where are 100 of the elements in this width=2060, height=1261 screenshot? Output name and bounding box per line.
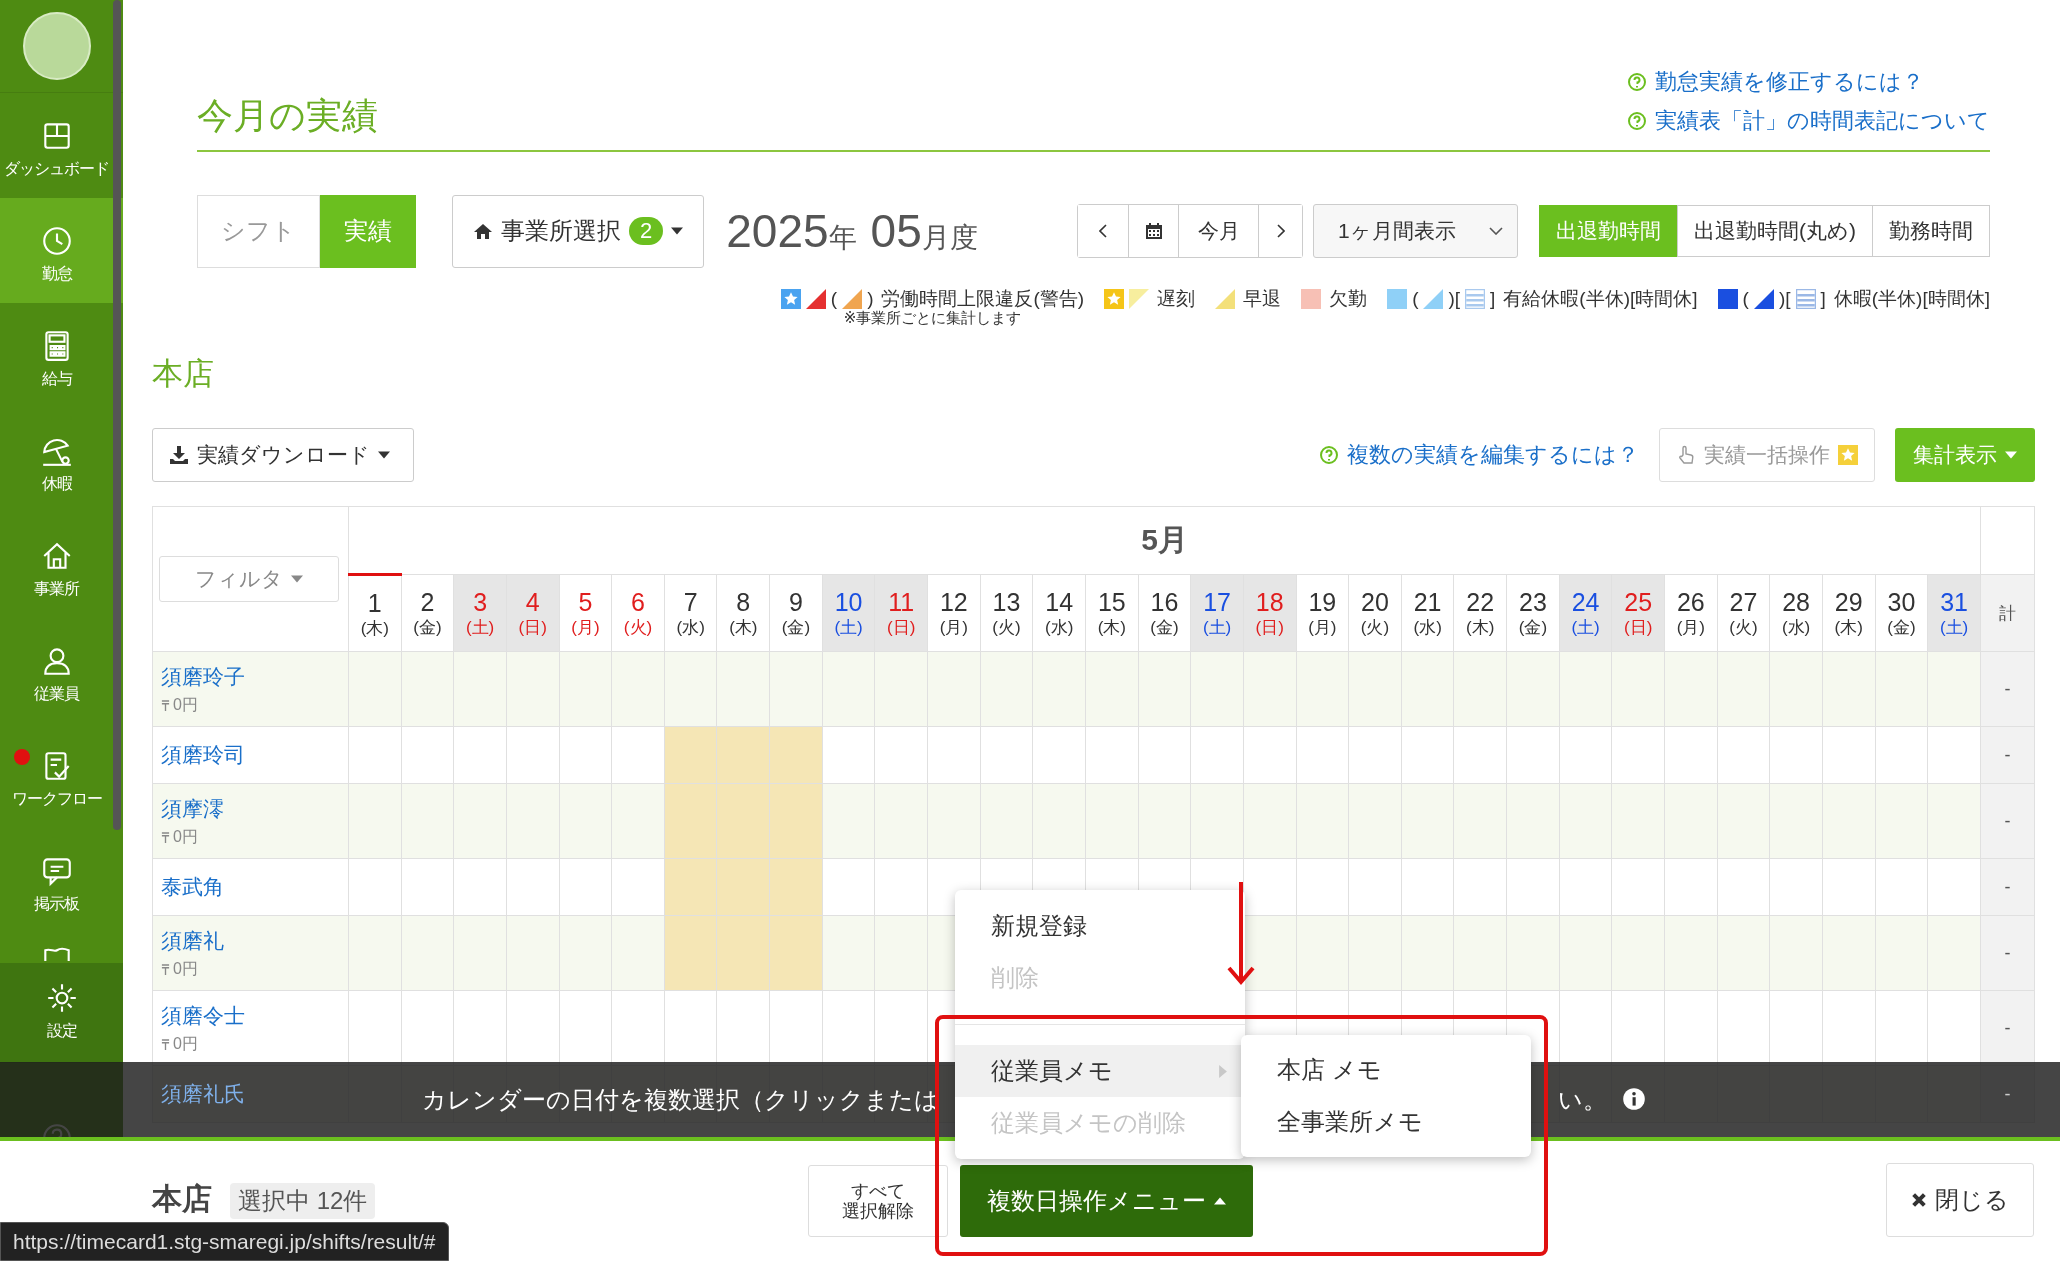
day-cell[interactable] [664,783,717,859]
day-header[interactable]: 6 (火) [611,574,665,652]
day-cell[interactable] [1348,726,1402,784]
day-cell[interactable] [717,858,770,916]
scrollbar[interactable] [113,0,121,830]
day-cell[interactable] [1611,726,1665,784]
day-header[interactable]: 17 (土) [1190,574,1244,652]
day-header[interactable]: 12 (月) [927,574,981,652]
day-cell[interactable] [401,726,454,784]
day-cell[interactable] [1032,726,1086,784]
multi-day-menu-button[interactable]: 複数日操作メニュー [960,1165,1253,1237]
help-link[interactable]: 実績表「計」の時間表記について [1655,105,1990,136]
sidebar-item[interactable]: 給与 [0,303,123,408]
day-header[interactable]: 11 (日) [874,574,928,652]
time-mode-tab[interactable]: 出退勤時間(丸め) [1677,205,1873,257]
day-cell[interactable] [664,915,717,991]
sidebar-item[interactable]: ダッシュボード [0,93,123,198]
day-cell[interactable] [1769,726,1823,784]
sidebar-item[interactable]: ワークフロー [0,723,123,828]
day-cell[interactable] [822,726,875,784]
day-cell[interactable] [1296,726,1349,784]
day-header[interactable]: 26 (月) [1664,574,1718,652]
day-header[interactable]: 30 (金) [1875,574,1928,652]
day-cell[interactable] [717,783,770,859]
day-cell[interactable] [1664,726,1718,784]
day-cell[interactable] [1085,726,1139,784]
day-header[interactable]: 20 (火) [1348,574,1402,652]
day-header[interactable]: 18 (日) [1243,574,1297,652]
clear-selection-button[interactable]: すべて 選択解除 [808,1165,948,1237]
day-cell[interactable] [453,726,507,784]
sidebar-item[interactable]: 勤怠 [0,198,123,303]
day-cell[interactable] [1559,726,1612,784]
day-cell[interactable] [664,651,717,727]
day-header[interactable]: 7 (水) [664,574,717,652]
day-cell[interactable] [1506,726,1560,784]
view-tab[interactable]: シフト [197,194,320,268]
day-header[interactable]: 23 (金) [1506,574,1560,652]
day-header[interactable]: 8 (木) [717,574,770,652]
employee-name[interactable]: 須摩澪 [161,794,224,823]
settings-item[interactable]: 設定 [0,963,123,1063]
day-header[interactable]: 31 (土) [1927,574,1981,652]
day-cell[interactable] [769,651,823,727]
day-cell[interactable] [1190,726,1244,784]
day-header[interactable]: 2 (金) [401,574,454,652]
day-cell[interactable] [1822,726,1876,784]
sidebar-item[interactable]: 従業員 [0,618,123,723]
next-button[interactable] [1258,205,1302,257]
day-header[interactable]: 5 (月) [559,574,612,652]
employee-name[interactable]: 須磨令士 [161,1001,245,1030]
day-cell[interactable] [664,858,717,916]
range-select[interactable]: 1ヶ月間表示 [1313,204,1518,258]
menu-item[interactable]: 新規登録 [955,900,1245,952]
day-header[interactable]: 25 (日) [1611,574,1665,652]
day-header[interactable]: 1 (木) [348,574,402,652]
day-cell[interactable] [927,726,981,784]
day-header[interactable]: 14 (水) [1032,574,1086,652]
day-cell[interactable] [611,726,665,784]
day-header[interactable]: 28 (水) [1769,574,1823,652]
day-cell[interactable] [874,726,928,784]
day-cell[interactable] [769,858,823,916]
day-cell[interactable] [1453,726,1507,784]
help-link[interactable]: 複数の実績を編集するには？ [1347,440,1639,470]
day-cell[interactable] [980,726,1033,784]
download-button[interactable]: 実績ダウンロード [152,428,414,482]
employee-name[interactable]: 須磨礼 [161,926,224,955]
day-header[interactable]: 15 (木) [1085,574,1139,652]
day-cell[interactable] [1401,726,1454,784]
day-header[interactable]: 16 (金) [1138,574,1191,652]
day-header[interactable]: 24 (土) [1559,574,1612,652]
day-cell[interactable] [559,726,612,784]
day-header[interactable]: 19 (月) [1296,574,1349,652]
close-button[interactable]: 閉じる [1886,1163,2034,1237]
day-header[interactable]: 29 (木) [1822,574,1876,652]
employee-name[interactable]: 須磨玲子 [161,662,245,691]
sidebar-item[interactable]: 事業所 [0,513,123,618]
day-cell[interactable] [1138,726,1191,784]
day-cell[interactable] [1927,726,1981,784]
day-header[interactable]: 3 (土) [453,574,507,652]
employee-name[interactable]: 泰武角 [161,873,224,901]
day-header[interactable]: 22 (木) [1453,574,1507,652]
day-header[interactable]: 21 (水) [1401,574,1454,652]
day-cell[interactable] [1243,726,1297,784]
office-select-button[interactable]: 事業所選択 2 [452,194,705,268]
day-cell[interactable] [506,726,560,784]
day-cell[interactable] [717,726,770,784]
day-cell[interactable] [769,783,823,859]
day-header[interactable]: 10 (土) [822,574,875,652]
day-header[interactable]: 13 (火) [980,574,1033,652]
day-cell[interactable] [769,915,823,991]
sidebar-item[interactable]: 休暇 [0,408,123,513]
time-mode-tab[interactable]: 勤務時間 [1872,205,1990,257]
day-header[interactable]: 4 (日) [506,574,560,652]
day-cell[interactable] [769,726,823,784]
sidebar-item[interactable]: 掲示板 [0,828,123,933]
day-cell[interactable] [1717,726,1770,784]
day-header[interactable]: 27 (火) [1717,574,1770,652]
day-cell[interactable] [717,915,770,991]
filter-button[interactable]: フィルタ [159,556,339,602]
day-header[interactable]: 9 (金) [769,574,823,652]
day-cell[interactable] [717,651,770,727]
